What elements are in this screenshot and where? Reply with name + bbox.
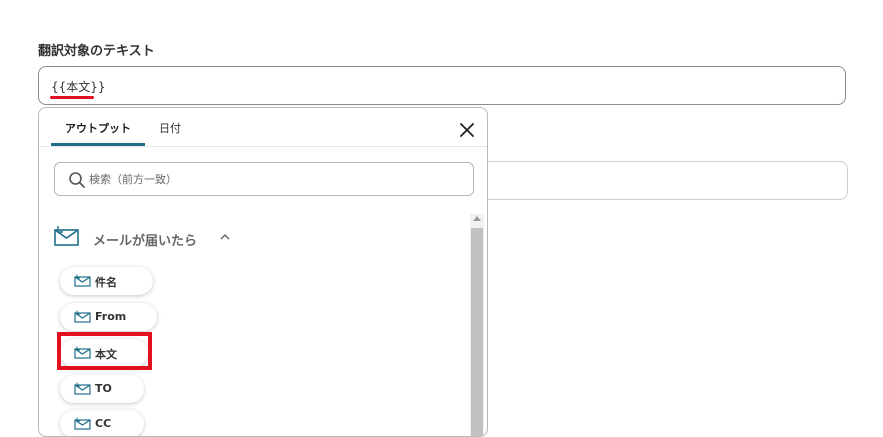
- field-label: 翻訳対象のテキスト: [38, 44, 155, 59]
- list-item-subject[interactable]: 件名: [60, 267, 153, 295]
- tab-date[interactable]: 日付: [159, 120, 181, 136]
- list-item-label: 件名: [95, 276, 117, 289]
- close-icon: [460, 123, 474, 137]
- second-input[interactable]: [470, 161, 848, 200]
- list-item-cc[interactable]: CC: [60, 410, 144, 436]
- list-item-label: From: [95, 310, 127, 323]
- mail-icon: [74, 274, 91, 287]
- mail-icon: [74, 382, 91, 395]
- list-item-label: CC: [95, 417, 112, 430]
- search-icon: [69, 172, 85, 188]
- scroll-up-arrow-icon[interactable]: [473, 216, 481, 221]
- section-header-mail-received[interactable]: メールが届いたら: [53, 224, 253, 252]
- scrollbar[interactable]: [470, 214, 484, 436]
- text-input[interactable]: {{本文}}: [38, 66, 846, 105]
- search-field[interactable]: [54, 162, 474, 196]
- tab-output[interactable]: アウトプット: [65, 120, 131, 136]
- output-picker-popover: アウトプット 日付 メールが届いたら: [38, 107, 488, 437]
- scrollbar-thumb[interactable]: [471, 228, 483, 436]
- active-tab-indicator: [51, 143, 145, 146]
- search-input[interactable]: [89, 169, 449, 189]
- mail-icon: [74, 310, 91, 323]
- mail-icon: [74, 417, 91, 430]
- list-item-from[interactable]: From: [60, 303, 157, 331]
- list-item-label: TO: [95, 382, 112, 395]
- list-item-to[interactable]: TO: [60, 375, 144, 403]
- text-input-value: {{本文}}: [51, 80, 106, 94]
- mail-icon: [54, 226, 79, 246]
- highlight-box: [57, 332, 152, 370]
- value-underline: [50, 96, 94, 99]
- close-button[interactable]: [457, 120, 477, 140]
- chevron-up-icon[interactable]: [219, 232, 231, 242]
- section-title: メールが届いたら: [93, 234, 198, 249]
- tab-bar: アウトプット 日付: [39, 108, 487, 147]
